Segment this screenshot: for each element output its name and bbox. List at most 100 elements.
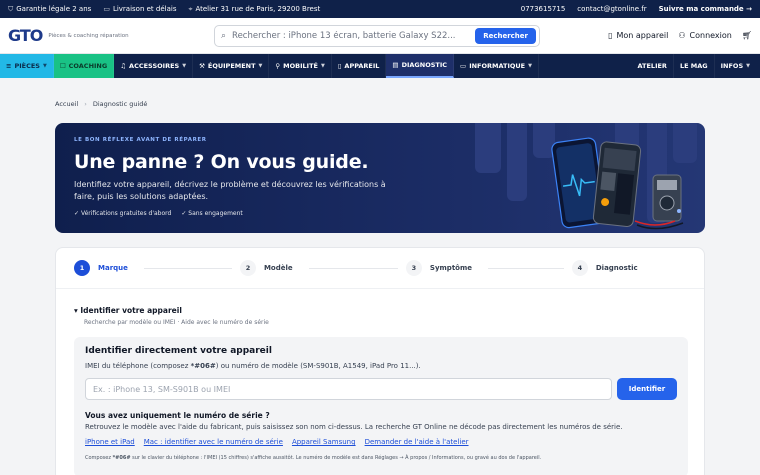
link-mac-serial[interactable]: Mac : identifier avec le numéro de série	[144, 438, 283, 446]
identify-toggle[interactable]: ▾ Identifier votre appareil	[74, 306, 182, 315]
nav-infos[interactable]: INFOS ▼	[715, 54, 760, 78]
laptop-icon: ▭	[460, 62, 467, 70]
nav-accessoires[interactable]: ♫ ACCESSOIRES ▼	[114, 54, 194, 78]
link-iphone-ipad[interactable]: iPhone et iPad	[85, 438, 135, 446]
step-marque[interactable]: 1 Marque	[74, 260, 240, 276]
nav-appareil[interactable]: ▯ APPAREIL	[332, 54, 387, 78]
hero-check-2: ✓ Sans engagement	[181, 210, 242, 217]
serial-description: Retrouvez le modèle avec l'aide du fabri…	[85, 423, 623, 431]
hero-decor	[507, 123, 527, 201]
nav-informatique-label: INFORMATIQUE	[469, 62, 526, 70]
hero-check-2-text: Sans engagement	[188, 210, 243, 217]
menu-icon: ≡	[6, 62, 12, 70]
identify-subtitle: Recherche par modèle ou IMEI · Aide avec…	[84, 319, 269, 326]
step-connector	[308, 267, 398, 269]
identify-heading: Identifier votre appareil	[80, 306, 182, 315]
hero-decor	[475, 123, 501, 173]
logo-text: GTO	[8, 26, 43, 45]
search-input[interactable]: Rechercher : iPhone 13 écran, batterie G…	[232, 31, 475, 41]
step-connector	[488, 267, 564, 269]
nav-infos-label: INFOS	[720, 62, 744, 70]
phone-link[interactable]: 0773615715	[521, 5, 566, 13]
email-link[interactable]: contact@gtonline.fr	[577, 5, 646, 13]
hero-check-1: ✓ Vérifications gratuites d'abord	[74, 210, 171, 217]
phone-text: 0773615715	[520, 5, 566, 13]
nav-diagnostic-label: DIAGNOSTIC	[401, 61, 448, 69]
foot-a: Composez	[85, 455, 113, 461]
headphones-icon: ♫	[120, 62, 127, 70]
chevron-down-icon: ▼	[182, 63, 187, 69]
hero-banner: LE BON RÉFLEXE AVANT DE RÉPARER Une pann…	[55, 123, 705, 233]
step-symptome[interactable]: 3 Symptôme	[405, 260, 572, 276]
logo[interactable]: GTO Pièces & coaching réparation	[8, 26, 208, 45]
my-device-link[interactable]: ▯ Mon appareil	[608, 31, 668, 40]
login-link[interactable]: ⚇ Connexion	[678, 31, 732, 40]
help-links: iPhone et iPad Mac : identifier avec le …	[85, 438, 469, 446]
diagnostic-card: 1 Marque 2 Modèle 3 Symptôme 4 Diagnosti…	[55, 247, 705, 475]
device-identify-input[interactable]: Ex. : iPhone 13, SM-S901B ou IMEI	[85, 378, 612, 400]
search-bar: ⌕ Rechercher : iPhone 13 écran, batterie…	[214, 24, 540, 47]
identify-button[interactable]: Identifier	[617, 378, 677, 400]
nav-le-mag[interactable]: LE MAG	[674, 54, 715, 78]
pin-icon: ⌖	[188, 4, 193, 13]
step-label: Symptôme	[429, 264, 473, 272]
hero-kicker: LE BON RÉFLEXE AVANT DE RÉPARER	[74, 137, 207, 143]
breadcrumb: Accueil › Diagnostic guidé	[55, 100, 147, 108]
email-text: contact@gtonline.fr	[577, 5, 647, 13]
chevron-down-icon: ▼	[746, 63, 750, 69]
panel-description: IMEI du téléphone (composez *#06#) ou nu…	[85, 362, 421, 370]
nav-atelier-label: ATELIER	[637, 62, 667, 70]
identify-panel: Identifier directement votre appareil IM…	[74, 337, 688, 475]
nav-informatique[interactable]: ▭ INFORMATIQUE ▼	[454, 54, 539, 78]
stepper: 1 Marque 2 Modèle 3 Symptôme 4 Diagnosti…	[74, 260, 688, 276]
cart-button[interactable]: 🛒︎	[742, 31, 752, 40]
scooter-icon: ⚲	[275, 62, 281, 70]
header-actions: ▯ Mon appareil ⚇ Connexion 🛒︎	[608, 31, 752, 40]
link-samsung[interactable]: Appareil Samsung	[292, 438, 356, 446]
nav-diagnostic[interactable]: ▤ DIAGNOSTIC	[386, 54, 455, 78]
step-number: 3	[405, 260, 422, 276]
step-number: 2	[239, 260, 256, 276]
my-device-label: Mon appareil	[616, 31, 669, 40]
hero-check-1-text: Vérifications gratuites d'abord	[80, 210, 172, 217]
search-icon: ⌕	[221, 30, 227, 41]
address-info: ⌖ Atelier 31 rue de Paris, 29200 Brest	[188, 5, 320, 14]
login-label: Connexion	[689, 31, 732, 40]
track-order-link[interactable]: Suivre ma commande →	[659, 5, 752, 13]
link-atelier-help[interactable]: Demander de l'aide à l'atelier	[365, 438, 469, 446]
breadcrumb-home[interactable]: Accueil	[55, 100, 78, 108]
search-button[interactable]: Rechercher	[475, 27, 536, 44]
panel-title: Identifier directement votre appareil	[85, 346, 272, 356]
nav-mobilite[interactable]: ⚲ MOBILITÉ ▼	[269, 54, 332, 78]
step-modele[interactable]: 2 Modèle	[239, 260, 406, 276]
foot-code: *#06#	[112, 455, 131, 461]
nav-appareil-label: APPAREIL	[344, 62, 380, 70]
chevron-down-icon: ▼	[258, 63, 263, 69]
track-order-text: Suivre ma commande →	[658, 5, 752, 13]
step-connector	[143, 267, 232, 269]
nav-atelier[interactable]: ATELIER	[632, 54, 674, 78]
nav-pieces[interactable]: ≡ PIÈCES ▼	[0, 54, 54, 78]
step-diagnostic[interactable]: 4 Diagnostic	[571, 260, 688, 276]
tools-icon: ⚒	[199, 62, 205, 70]
chevron-down-icon: ▼	[42, 63, 47, 69]
site-header: GTO Pièces & coaching réparation ⌕ Reche…	[0, 18, 760, 54]
step-label: Diagnostic	[595, 264, 638, 272]
imei-footnote: Composez *#06# sur le clavier du télépho…	[85, 455, 541, 461]
nav-pieces-label: PIÈCES	[14, 62, 40, 70]
check-icon: ✓	[74, 210, 81, 217]
user-icon: ⚇	[678, 31, 686, 40]
truck-icon: ▭	[103, 5, 110, 13]
phone-device-icon: ▯	[608, 31, 613, 40]
nav-le-mag-label: LE MAG	[679, 62, 708, 70]
cart-icon: 🛒︎	[741, 31, 752, 40]
nav-coaching[interactable]: ☐ COACHING	[53, 54, 115, 78]
step-number: 4	[571, 260, 588, 276]
nav-coaching-label: COACHING	[68, 62, 108, 70]
delivery-link[interactable]: ▭ Livraison et délais	[103, 5, 176, 13]
delivery-text: Livraison et délais	[112, 5, 177, 13]
step-label: Modèle	[263, 264, 293, 272]
step-number: 1	[74, 260, 90, 276]
logo-tagline: Pièces & coaching réparation	[48, 32, 129, 39]
nav-equipement[interactable]: ⚒ ÉQUIPEMENT ▼	[193, 54, 270, 78]
